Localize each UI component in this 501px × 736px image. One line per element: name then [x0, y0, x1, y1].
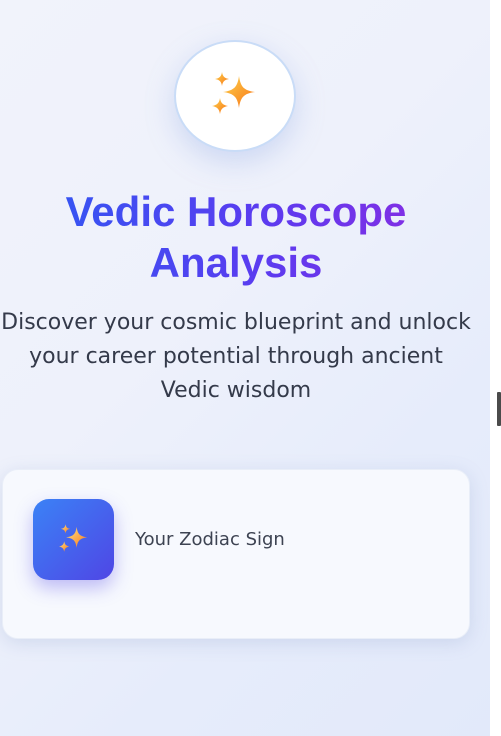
horoscope-page: Vedic Horoscope Analysis Discover your c…: [0, 0, 490, 736]
hero-badge: [174, 40, 296, 152]
sparkles-icon: [212, 72, 255, 114]
zodiac-icon-tile: [33, 499, 114, 580]
zodiac-sign-label: Your Zodiac Sign: [135, 529, 285, 550]
sparkles-icon: [58, 523, 87, 552]
page-title: Vedic Horoscope Analysis: [20, 186, 452, 288]
page-subtitle: Discover your cosmic blueprint and unloc…: [1, 310, 471, 403]
scrollbar-track[interactable]: [490, 0, 501, 736]
zodiac-sign-card[interactable]: Your Zodiac Sign: [2, 469, 470, 639]
scrollbar-thumb[interactable]: [497, 392, 501, 426]
